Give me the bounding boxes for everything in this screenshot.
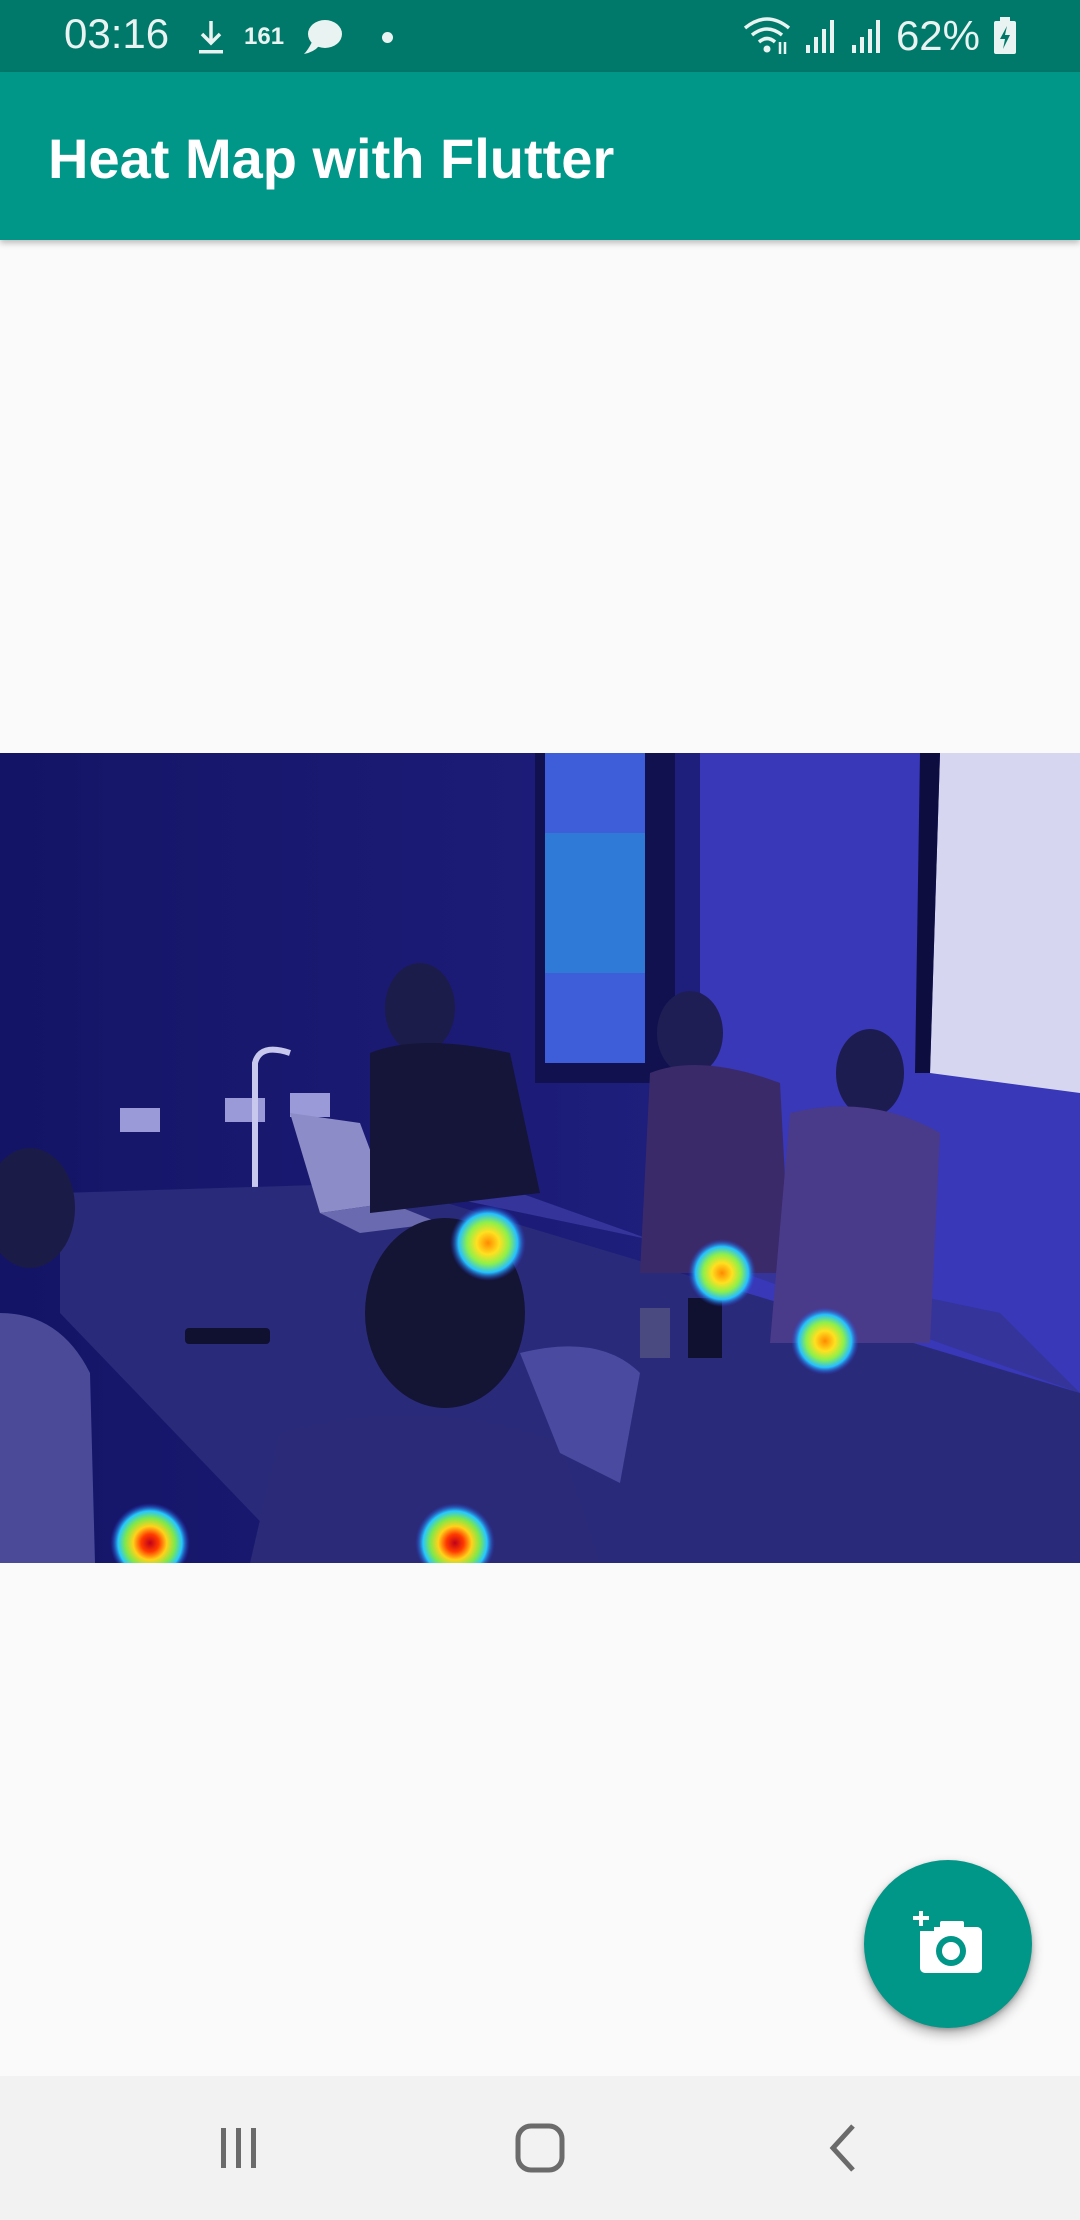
back-icon [829, 2124, 855, 2172]
add-photo-button[interactable] [864, 1860, 1032, 2028]
recent-apps-button[interactable] [194, 2112, 284, 2184]
screen: 03:16 161 62% Heat Map with Flutter [0, 0, 1080, 2220]
status-time: 03:16 [64, 10, 170, 57]
status-system-icons: 62% [742, 10, 1018, 62]
wifi-icon [743, 17, 791, 54]
heatmap-photo [0, 753, 1080, 1563]
home-icon [515, 2123, 565, 2173]
battery-charging-icon [994, 17, 1016, 54]
system-navigation-bar [0, 2076, 1080, 2220]
chat-bubble-icon [304, 20, 343, 54]
recent-apps-icon [221, 2128, 256, 2168]
battery-percentage: 62% [895, 12, 980, 59]
signal-icon [805, 20, 834, 53]
status-notification-icons: 161 [196, 12, 394, 62]
app-title: Heat Map with Flutter [48, 127, 615, 190]
dot-icon [382, 31, 394, 43]
add-a-photo-icon [910, 1911, 982, 1973]
app-bar: Heat Map with Flutter [0, 72, 1080, 240]
status-bar: 03:16 161 62% [0, 0, 1080, 72]
notification-count: 161 [244, 23, 285, 50]
signal-icon [851, 20, 880, 53]
home-button[interactable] [495, 2112, 585, 2184]
back-button[interactable] [798, 2112, 888, 2184]
download-icon [199, 21, 223, 54]
